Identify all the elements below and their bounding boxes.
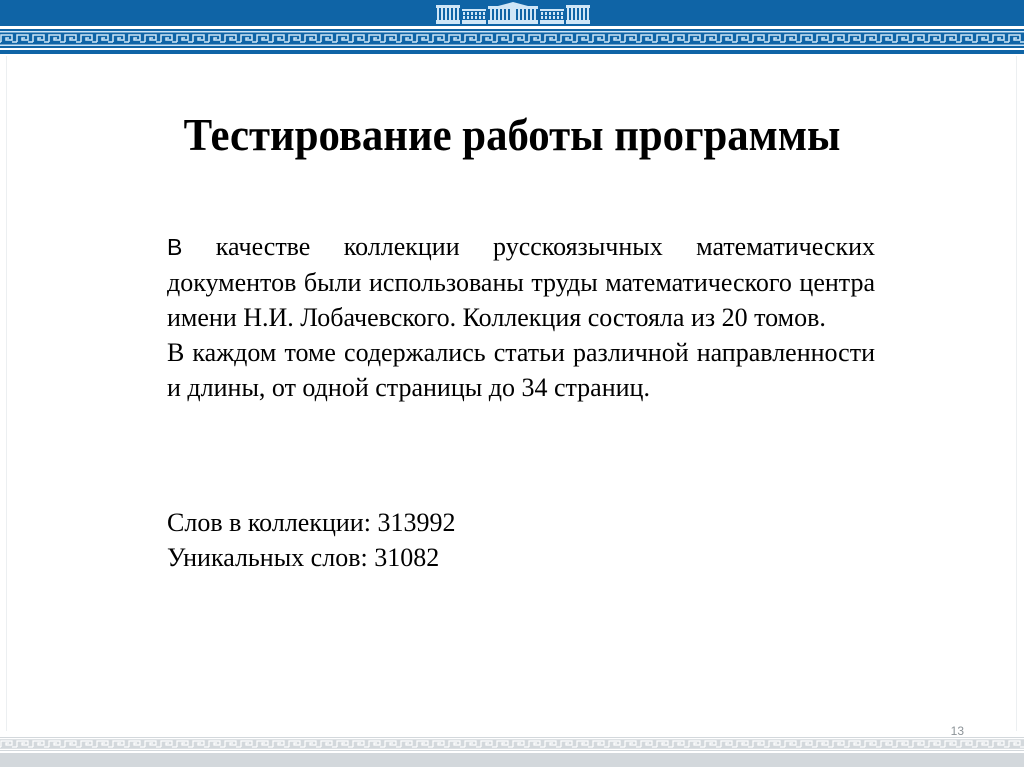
paragraph-collection: В качестве коллекции русскоязычных матем…: [167, 229, 875, 335]
stat-label: Слов в коллекции:: [167, 508, 371, 537]
building-colonnade-icon: [436, 2, 590, 24]
footer-bottom-stripe: [0, 753, 1024, 767]
page-number: 13: [950, 724, 964, 738]
stat-value: 31082: [374, 543, 440, 572]
slide-body: В качестве коллекции русскоязычных матем…: [167, 229, 875, 405]
stat-label: Уникальных слов:: [167, 543, 368, 572]
stat-unique-words: Уникальных слов: 31082: [167, 540, 455, 575]
paragraph-volumes: В каждом томе содержались статьи различн…: [167, 335, 875, 405]
footer-greek-key-ornament: [0, 737, 1024, 751]
stat-value: 313992: [377, 508, 456, 537]
paragraph-lead: В: [167, 234, 183, 260]
stat-words-total: Слов в коллекции: 313992: [167, 505, 455, 540]
header-bottom-stripe: [0, 50, 1024, 54]
slide-frame-right: [1016, 56, 1017, 731]
header-greek-key-ornament: [0, 29, 1024, 48]
collection-stats: Слов в коллекции: 313992 Уникальных слов…: [167, 505, 455, 575]
slide-frame-left: [6, 56, 7, 731]
paragraph-lead: В: [167, 338, 185, 367]
paragraph-text: качестве коллекции русскоязычных математ…: [167, 232, 875, 332]
slide-title: Тестирование работы программы: [183, 109, 841, 160]
paragraph-text: каждом томе содержались статьи различной…: [167, 338, 875, 402]
